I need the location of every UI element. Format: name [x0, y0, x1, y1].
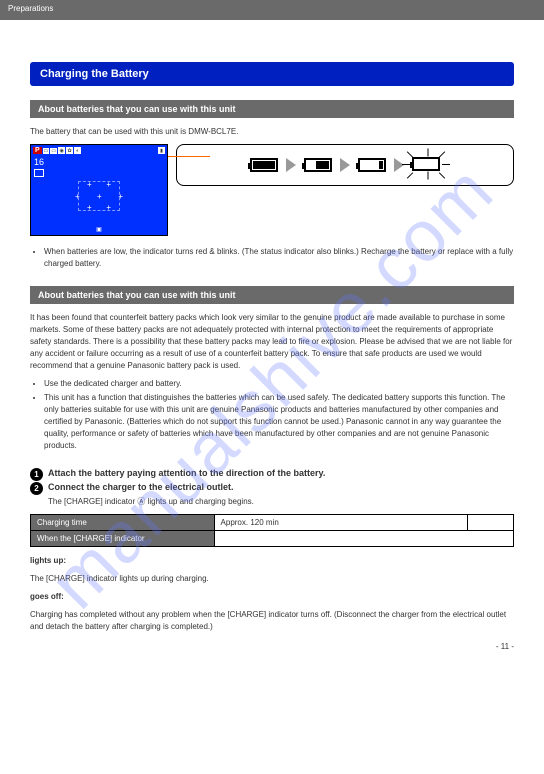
bullet-item: When batteries are low, the indicator tu…: [44, 246, 514, 270]
arrow-icon: [286, 158, 296, 172]
step-2: Connect the charger to the electrical ou…: [30, 482, 514, 492]
battery-states-box: [176, 144, 514, 186]
lcd-preview: P ▭ ▭ ◉ ✿ ◐ ▮ 16 + + + + + + + ▣: [30, 144, 168, 236]
section-heading-2: About batteries that you can use with th…: [30, 286, 514, 304]
section-2-bullets: Use the dedicated charger and battery. T…: [44, 378, 514, 452]
lcd-small-icon: ◉: [58, 147, 65, 154]
section-1-bullets: When batteries are low, the indicator tu…: [44, 246, 514, 270]
charging-table: Charging timeApprox. 120 min When the [C…: [30, 514, 514, 547]
indicator-lights: lights up:: [30, 555, 514, 567]
battery-icon: ▮: [158, 147, 165, 154]
lcd-small-icon: ◐: [74, 147, 81, 154]
camera-icon: [34, 169, 44, 177]
counterfeit-warning: It has been found that counterfeit batte…: [30, 312, 514, 372]
table-extra: [467, 515, 513, 531]
lcd-counter: 16: [34, 157, 44, 167]
bullet-item: Use the dedicated charger and battery.: [44, 378, 514, 390]
step-1: Attach the battery paying attention to t…: [30, 468, 514, 478]
indicator-lights-desc: The [CHARGE] indicator lights up during …: [30, 573, 514, 585]
page-number: - 11 -: [496, 642, 514, 651]
table-val: Approx. 120 min: [214, 515, 467, 531]
indicator-off: goes off:: [30, 591, 514, 603]
indicator-off-desc: Charging has completed without any probl…: [30, 609, 514, 633]
mode-p-icon: P: [33, 147, 42, 154]
lcd-bottom-icon: ▣: [31, 226, 167, 233]
battery-one-icon: [358, 158, 386, 172]
focus-bracket: + + + + + + +: [78, 181, 120, 211]
page-header: Preparations: [0, 0, 544, 20]
bullet-item: This unit has a function that distinguis…: [44, 392, 514, 452]
battery-two-icon: [304, 158, 332, 172]
battery-empty-blink-icon: [412, 157, 440, 173]
arrow-icon: [394, 158, 404, 172]
lcd-battery-row: P ▭ ▭ ◉ ✿ ◐ ▮ 16 + + + + + + + ▣: [30, 144, 514, 236]
section-heading-1: About batteries that you can use with th…: [30, 100, 514, 118]
table-key: Charging time: [31, 515, 215, 531]
arrow-icon: [340, 158, 350, 172]
battery-full-icon: [250, 158, 278, 172]
page-title: Charging the Battery: [30, 62, 514, 86]
table-val: [214, 531, 513, 547]
step-2-sub: The [CHARGE] indicator Ⓐ lights up and c…: [48, 496, 514, 508]
table-key: When the [CHARGE] indicator: [31, 531, 215, 547]
lcd-chip: ▭: [43, 148, 50, 154]
section-1-intro: The battery that can be used with this u…: [30, 126, 514, 138]
callout-line: [168, 156, 210, 157]
lcd-small-icon: ✿: [66, 147, 73, 154]
lcd-chip: ▭: [50, 148, 57, 154]
